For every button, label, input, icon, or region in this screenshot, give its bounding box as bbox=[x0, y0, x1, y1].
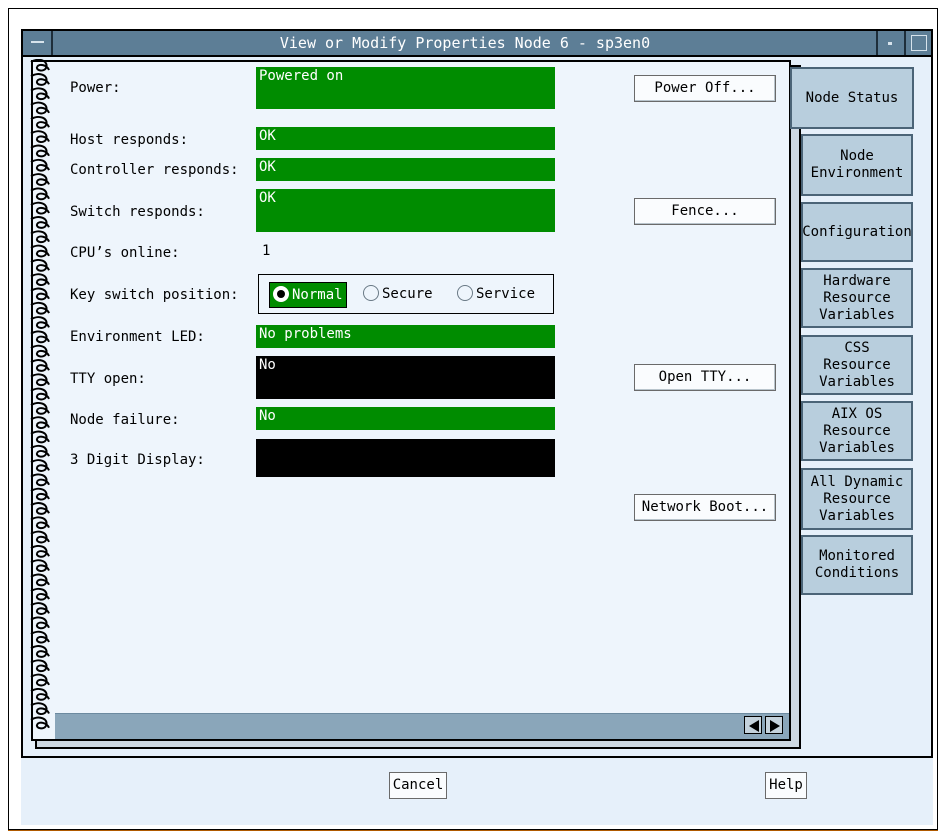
fence-button[interactable]: Fence... bbox=[634, 198, 776, 225]
tab-hardware-resource-variables[interactable]: Hardware Resource Variables bbox=[801, 268, 913, 328]
key-switch-radio-group: Normal Secure Service bbox=[258, 274, 554, 314]
spiral-binding-icon bbox=[27, 58, 55, 737]
tab-monitored-conditions[interactable]: Monitored Conditions bbox=[801, 535, 913, 595]
host-responds-value: OK bbox=[256, 127, 555, 150]
scroll-left-icon[interactable] bbox=[744, 716, 762, 734]
node-failure-value: No bbox=[256, 407, 555, 430]
tty-open-value: No bbox=[256, 356, 555, 399]
window-menu-icon[interactable] bbox=[23, 31, 53, 55]
radio-unselected-icon bbox=[363, 285, 379, 301]
cancel-button[interactable]: Cancel bbox=[389, 772, 447, 799]
radio-selected-icon bbox=[273, 286, 289, 302]
radio-service[interactable]: Service bbox=[457, 282, 535, 306]
bottom-border-line bbox=[8, 830, 938, 831]
cpus-online-label: CPU’s online: bbox=[70, 245, 180, 261]
host-responds-label: Host responds: bbox=[70, 132, 189, 148]
power-off-button[interactable]: Power Off... bbox=[634, 75, 776, 102]
node-failure-label: Node failure: bbox=[70, 412, 180, 428]
help-button[interactable]: Help bbox=[765, 772, 807, 799]
switch-responds-value: OK bbox=[256, 189, 555, 232]
tab-css-resource-variables[interactable]: CSS Resource Variables bbox=[801, 335, 913, 395]
maximize-icon[interactable] bbox=[904, 31, 931, 55]
page-footer-bar bbox=[55, 713, 789, 739]
tab-node-environment[interactable]: Node Environment bbox=[801, 134, 913, 196]
tab-configuration[interactable]: Configuration bbox=[801, 202, 913, 262]
network-boot-button[interactable]: Network Boot... bbox=[634, 494, 776, 521]
environment-led-value: No problems bbox=[256, 325, 555, 348]
minimize-icon[interactable] bbox=[876, 31, 903, 55]
cpus-online-value: 1 bbox=[262, 243, 271, 259]
radio-secure[interactable]: Secure bbox=[363, 282, 433, 306]
environment-led-label: Environment LED: bbox=[70, 329, 205, 345]
controller-responds-label: Controller responds: bbox=[70, 162, 239, 178]
window-title: View or Modify Properties Node 6 - sp3en… bbox=[279, 34, 651, 52]
tab-aix-os-resource-variables[interactable]: AIX OS Resource Variables bbox=[801, 401, 913, 461]
open-tty-button[interactable]: Open TTY... bbox=[634, 364, 776, 391]
switch-responds-label: Switch responds: bbox=[70, 204, 205, 220]
controller-responds-value: OK bbox=[256, 158, 555, 181]
scroll-right-icon[interactable] bbox=[765, 716, 783, 734]
digit-display-value bbox=[256, 439, 555, 477]
power-value: Powered on bbox=[256, 67, 555, 109]
tab-all-dynamic-resource-variables[interactable]: All Dynamic Resource Variables bbox=[801, 468, 913, 530]
tty-open-label: TTY open: bbox=[70, 371, 146, 387]
radio-unselected-icon bbox=[457, 285, 473, 301]
radio-normal[interactable]: Normal bbox=[269, 282, 347, 308]
tab-node-status[interactable]: Node Status bbox=[790, 67, 914, 129]
digit-display-label: 3 Digit Display: bbox=[70, 452, 205, 468]
key-switch-label: Key switch position: bbox=[70, 287, 239, 303]
power-label: Power: bbox=[70, 80, 121, 96]
